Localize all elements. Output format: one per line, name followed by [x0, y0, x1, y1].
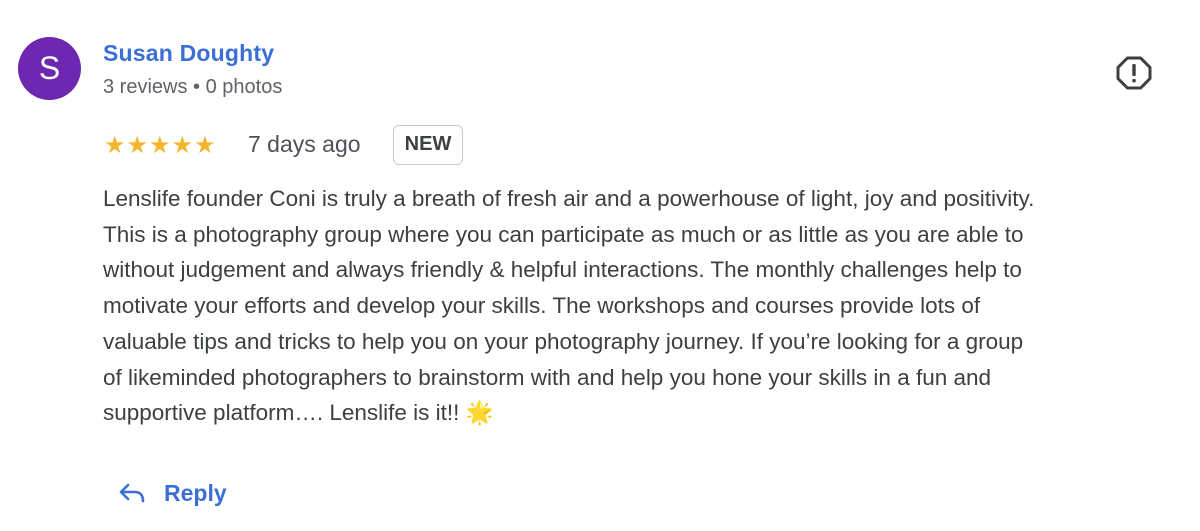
avatar-letter: S — [38, 50, 61, 86]
review-text: Lenslife founder Coni is truly a breath … — [103, 186, 1035, 426]
reply-arrow-icon — [119, 483, 145, 503]
avatar[interactable]: S — [18, 37, 81, 100]
reply-label: Reply — [164, 479, 227, 506]
report-flag-icon — [1116, 56, 1152, 90]
report-button[interactable] — [1116, 55, 1152, 91]
reviewer-name[interactable]: Susan Doughty — [103, 40, 274, 67]
reviewer-meta: 3 reviews • 0 photos — [103, 76, 283, 98]
star-rating: ★★★★★ — [104, 132, 217, 159]
new-badge: NEW — [393, 125, 463, 165]
review-date: 7 days ago — [248, 131, 361, 157]
reply-button[interactable]: Reply — [118, 475, 227, 511]
